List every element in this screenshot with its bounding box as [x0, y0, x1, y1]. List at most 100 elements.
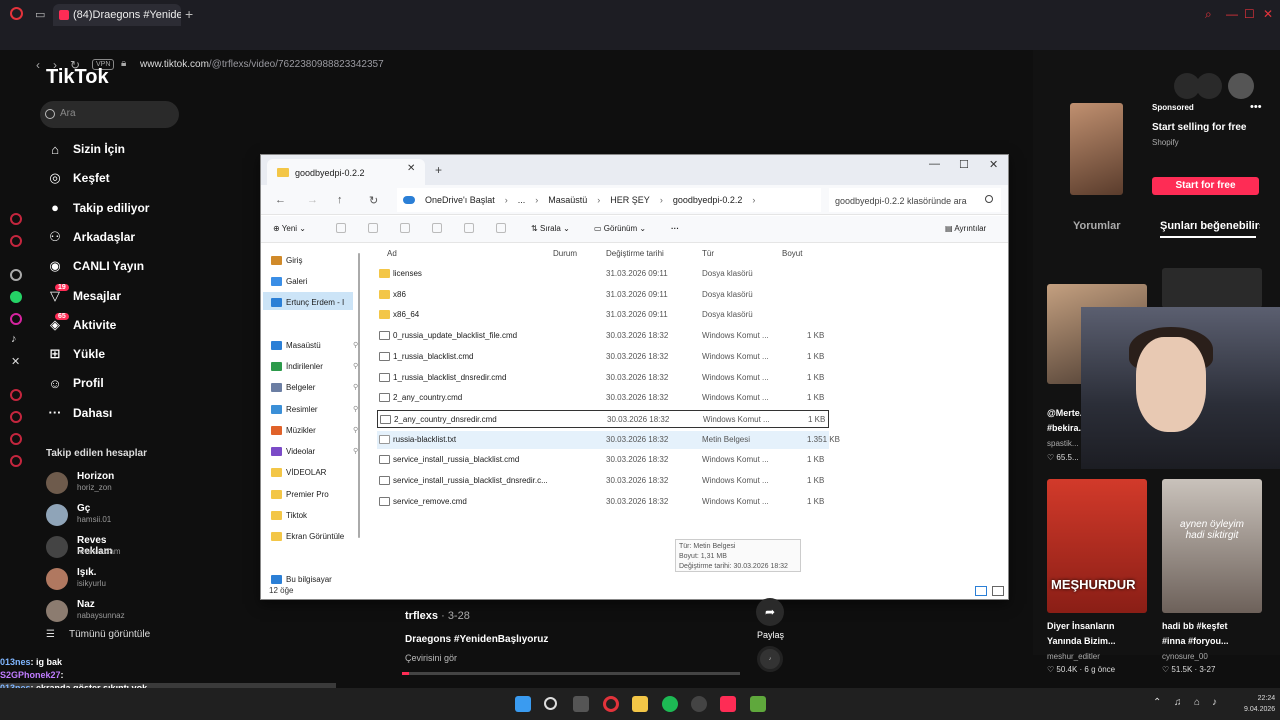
sidebar-whatsapp-icon[interactable]	[10, 291, 22, 303]
nav-pane-item[interactable]: Giriş	[271, 251, 359, 269]
sidebar-extensions-icon[interactable]	[10, 433, 22, 445]
breadcrumb-item[interactable]: goodbyedpi-0.2.2	[673, 195, 743, 205]
explorer-back-button[interactable]: ←	[275, 194, 286, 206]
sidebar-x-icon[interactable]: ✕	[11, 355, 20, 368]
nav-profile[interactable]: ☺ Profil	[46, 371, 103, 395]
card-title-line2[interactable]: Yanında Bizim...	[1047, 636, 1116, 646]
new-button[interactable]: ⊕ Yeni ⌄	[273, 224, 306, 233]
search-tabs-icon[interactable]: ⌕	[1205, 7, 1212, 22]
nav-live[interactable]: ◉ CANLI Yayın	[46, 254, 144, 278]
search-input[interactable]: Ara	[40, 101, 179, 128]
explorer-forward-button[interactable]: →	[307, 194, 318, 206]
card-author[interactable]: spastik...	[1047, 439, 1079, 448]
close-window-button[interactable]: ✕	[1263, 7, 1273, 21]
more-options-button[interactable]: ···	[671, 224, 679, 233]
details-button[interactable]: ▤ Ayrıntılar	[945, 224, 986, 233]
explorer-search-input[interactable]: goodbyedpi-0.2.2 klasöründe ara	[829, 188, 1001, 212]
app-taskbar-icon[interactable]	[691, 696, 707, 712]
volume-icon[interactable]: ♪	[1212, 697, 1217, 708]
ad-cta-button[interactable]: Start for free	[1152, 177, 1259, 195]
microphone-icon[interactable]: ♫	[1174, 697, 1182, 708]
opera-logo-icon[interactable]	[10, 7, 23, 20]
tray-chevron-icon[interactable]: ⌃	[1153, 697, 1161, 708]
browser-tab-active[interactable]: (84)Draegons #YenidenBaş	[53, 4, 181, 26]
file-row[interactable]: 2_any_country_dnsredir.cmd 30.03.2026 18:…	[377, 409, 829, 428]
column-name[interactable]: Ad	[387, 249, 397, 258]
translate-link[interactable]: Çevirisini gör	[405, 653, 457, 663]
taskbar-clock[interactable]: 22:24 9.04.2026	[1244, 693, 1275, 715]
nav-pane-item[interactable]: Galeri	[271, 272, 359, 290]
breadcrumb-item[interactable]: HER ŞEY	[610, 195, 650, 205]
sidebar-settings-icon[interactable]	[10, 455, 22, 467]
search-icon[interactable]	[544, 697, 557, 710]
explorer-close-button[interactable]: ✕	[989, 158, 998, 171]
music-disc-icon[interactable]: ♪	[757, 646, 783, 672]
file-row[interactable]: x86_64 31.03.2026 09:11 Dosya klasörü	[377, 306, 829, 324]
user-avatar[interactable]	[1228, 73, 1254, 99]
file-row[interactable]: service_remove.cmd 30.03.2026 18:32 Window…	[377, 493, 829, 511]
start-icon[interactable]	[515, 696, 531, 712]
explorer-maximize-button[interactable]: ☐	[959, 158, 969, 171]
nav-pane-item[interactable]: Premier Pro	[271, 485, 359, 503]
card-title[interactable]: hadi bb #keşfet	[1162, 621, 1228, 631]
nav-messages[interactable]: ▽ 19 Mesajlar	[46, 283, 121, 308]
explorer-refresh-button[interactable]: ↻	[369, 194, 378, 207]
task-view-icon[interactable]	[573, 696, 589, 712]
sort-button[interactable]: ⇅ Sırala ⌄	[531, 224, 570, 233]
share-icon[interactable]	[464, 223, 474, 233]
tiles-view-icon[interactable]	[992, 586, 1004, 596]
share-button[interactable]: ➦	[756, 598, 784, 626]
nav-pane-item[interactable]: Ertunç Erdem - I	[271, 293, 359, 311]
card-title[interactable]: Diyer İnsanların	[1047, 621, 1115, 631]
nav-pane-item[interactable]: Resimler ⚲	[271, 400, 359, 418]
nav-pane-item[interactable]: Masaüstü ⚲	[271, 336, 359, 354]
column-date[interactable]: Değiştirme tarihi	[606, 249, 664, 258]
video-card-thumbnail[interactable]: MEŞHURDUR	[1047, 479, 1147, 613]
lock-icon[interactable]: 🔒︎	[121, 58, 126, 69]
breadcrumb-item[interactable]: ...	[518, 195, 526, 205]
explorer-new-tab-button[interactable]: +	[435, 163, 442, 177]
file-row[interactable]: licenses 31.03.2026 09:11 Dosya klasörü	[377, 265, 829, 283]
explorer-minimize-button[interactable]: —	[929, 158, 940, 170]
video-progress-bar[interactable]	[402, 672, 740, 675]
nav-more[interactable]: ··· Dahası	[46, 401, 113, 425]
ad-thumbnail[interactable]	[1070, 103, 1123, 195]
video-card-thumbnail[interactable]: aynen öyleyim hadi siktirgit	[1162, 479, 1262, 613]
column-type[interactable]: Tür	[702, 249, 714, 258]
details-view-icon[interactable]	[975, 586, 987, 596]
file-row[interactable]: 1_russia_blacklist_dnsredir.cmd 30.03.202…	[377, 369, 829, 387]
explorer-up-button[interactable]: ↑	[337, 194, 343, 206]
card-title-line2[interactable]: #inna #foryou...	[1162, 636, 1229, 646]
back-button[interactable]: ‹	[36, 58, 40, 72]
nav-pane-item[interactable]: VİDEOLAR	[271, 463, 359, 481]
network-icon[interactable]: ⌂	[1194, 697, 1200, 708]
card-author[interactable]: cynosure_00	[1162, 652, 1208, 661]
file-row[interactable]: service_install_russia_blacklist_dnsredi…	[377, 472, 829, 490]
tab-overview-icon[interactable]: ▭	[35, 8, 45, 21]
cut-icon[interactable]	[336, 223, 346, 233]
spotify-taskbar-icon[interactable]	[662, 696, 678, 712]
explorer-tab[interactable]: goodbyedpi-0.2.2	[267, 159, 425, 185]
new-tab-button[interactable]: +	[185, 6, 193, 22]
breadcrumb[interactable]: OneDrive'ı Başlat ›... › Masaüstü › HER ŞEY › g…	[397, 188, 821, 212]
minecraft-taskbar-icon[interactable]	[750, 696, 766, 712]
nav-following[interactable]: ● Takip ediliyor	[46, 196, 149, 220]
nav-compass[interactable]: ◎ Keşfet	[46, 166, 109, 190]
file-row[interactable]: 2_any_country.cmd 30.03.2026 18:32 Windows…	[377, 389, 829, 407]
sidebar-aria-icon[interactable]	[10, 213, 22, 225]
sidebar-history-icon[interactable]	[10, 389, 22, 401]
rename-icon[interactable]	[432, 223, 442, 233]
maximize-button[interactable]: ☐	[1244, 7, 1255, 21]
sidebar-pinboard-icon[interactable]	[10, 411, 22, 423]
nav-pane-item[interactable]: Müzikler ⚲	[271, 421, 359, 439]
nav-pane-item[interactable]: İndirilenler ⚲	[271, 357, 359, 375]
file-row[interactable]: russia-blacklist.txt 30.03.2026 18:32 Meti…	[377, 430, 840, 449]
sidebar-instagram-icon[interactable]	[10, 313, 22, 325]
url-field[interactable]: www.tiktok.com/@trflexs/video/7622380988…	[140, 59, 384, 70]
sidebar-chatgpt-icon[interactable]	[10, 269, 22, 281]
paste-icon[interactable]	[400, 223, 410, 233]
explorer-tab-close-icon[interactable]: ✕	[407, 163, 415, 174]
column-status[interactable]: Durum	[553, 249, 577, 258]
file-row[interactable]: 0_russia_update_blacklist_file.cmd 30.03.…	[377, 327, 829, 345]
tiktok-logo[interactable]: TikTok	[46, 66, 109, 89]
